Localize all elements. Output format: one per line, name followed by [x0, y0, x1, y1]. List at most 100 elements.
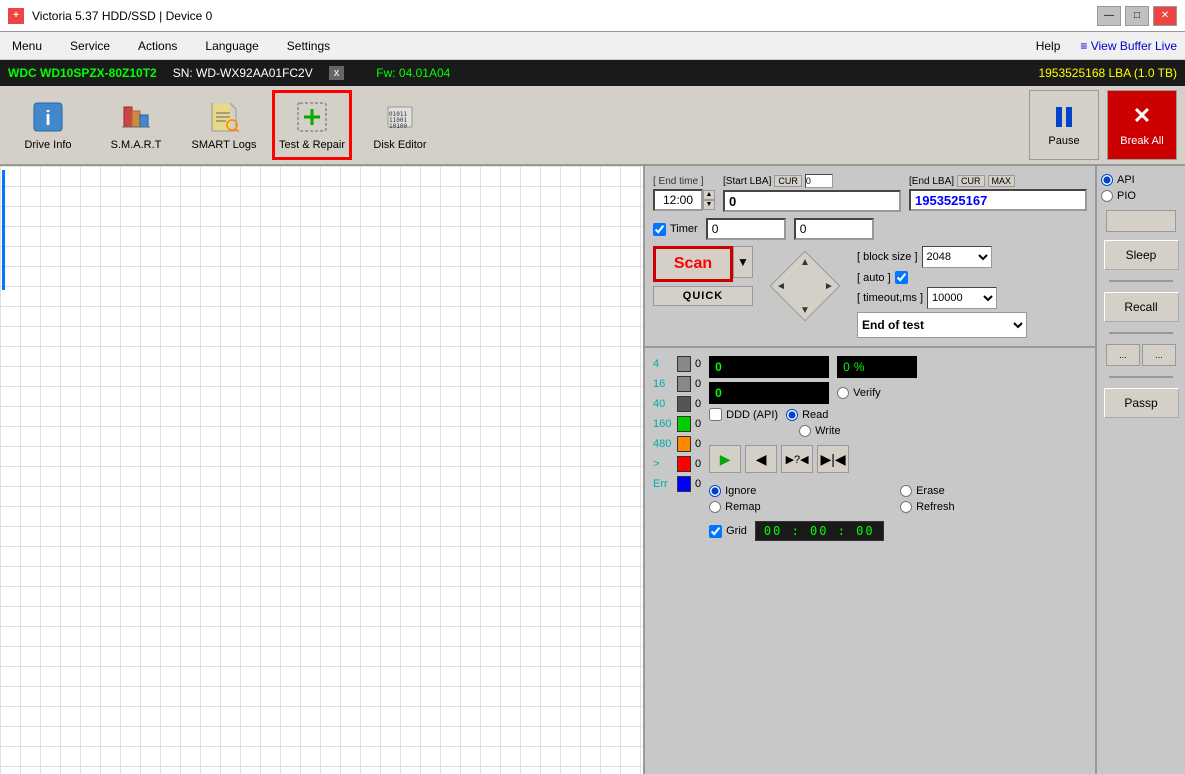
read-option[interactable]: Read	[786, 409, 828, 421]
verify-option[interactable]: Verify	[837, 387, 881, 399]
timeout-select[interactable]: 10000 5000 15000	[927, 287, 997, 309]
menu-menu[interactable]: Menu	[8, 37, 46, 55]
end-time-group: [ End time ] ▲ ▼	[653, 176, 715, 211]
ignore-radio[interactable]	[709, 485, 721, 497]
max-button[interactable]: MAX	[988, 175, 1016, 187]
end-lba-bracket-label: [End LBA]	[909, 176, 954, 187]
pio-radio[interactable]	[1101, 190, 1113, 202]
menu-settings[interactable]: Settings	[283, 37, 334, 55]
scan-dropdown-button[interactable]: ▼	[733, 246, 753, 278]
cur-value-1[interactable]	[805, 174, 833, 188]
close-button[interactable]: ✕	[1153, 6, 1177, 26]
write-mode-row: Write	[799, 425, 1087, 437]
block-size-select[interactable]: 2048 1024 512	[922, 246, 992, 268]
unknown-small-btn[interactable]	[1106, 210, 1176, 232]
skip-end-button[interactable]: ▶|◀	[817, 445, 849, 473]
half-btn-1[interactable]: ...	[1106, 344, 1140, 366]
nav-up-button[interactable]: ▲	[795, 252, 815, 272]
scan-question-button[interactable]: ▶?◀	[781, 445, 813, 473]
sidebar-separator-2	[1109, 332, 1173, 334]
api-label: API	[1117, 174, 1135, 186]
view-buffer-button[interactable]: ≡ View Buffer Live	[1080, 39, 1177, 53]
timer-label: Timer	[670, 223, 698, 235]
color-stats-panel: 4 0 16 0 40 0	[653, 356, 709, 541]
grid-checkbox[interactable]	[709, 525, 722, 538]
sleep-button[interactable]: Sleep	[1104, 240, 1179, 270]
refresh-option[interactable]: Refresh	[900, 501, 1087, 513]
grid-label: Grid	[726, 525, 747, 537]
read-radio[interactable]	[786, 409, 798, 421]
remap-radio[interactable]	[709, 501, 721, 513]
pause-icon	[1050, 103, 1078, 131]
ddd-checkbox[interactable]	[709, 408, 722, 421]
timer-end-input[interactable]	[794, 218, 874, 240]
scan-grid-background	[0, 166, 643, 774]
timer-start-input[interactable]	[706, 218, 786, 240]
half-btn-2[interactable]: ...	[1142, 344, 1176, 366]
end-time-input[interactable]	[653, 189, 703, 211]
label-err: Err	[653, 478, 673, 490]
ignore-option[interactable]: Ignore	[709, 485, 896, 497]
cur-button-1[interactable]: CUR	[774, 175, 802, 187]
grid-time-display: 00 : 00 : 00	[755, 521, 884, 541]
refresh-radio[interactable]	[900, 501, 912, 513]
cur-button-2[interactable]: CUR	[957, 175, 985, 187]
timer-checkbox-label[interactable]: Timer	[653, 223, 698, 236]
break-all-button[interactable]: ✕ Break All	[1107, 90, 1177, 160]
menu-language[interactable]: Language	[201, 37, 262, 55]
test-repair-button[interactable]: Test & Repair	[272, 90, 352, 160]
disk-editor-button[interactable]: 01011 11001 10100 Disk Editor	[360, 90, 440, 160]
device-close-button[interactable]: x	[329, 66, 345, 80]
percent-val: 0	[843, 360, 850, 374]
api-radio[interactable]	[1101, 174, 1113, 186]
pio-option[interactable]: PIO	[1101, 190, 1181, 202]
pause-button[interactable]: Pause	[1029, 90, 1099, 160]
erase-radio[interactable]	[900, 485, 912, 497]
stats-area: 4 0 16 0 40 0	[645, 348, 1095, 549]
timeout-row: [ timeout,ms ] 10000 5000 15000	[857, 287, 1027, 309]
nav-right-button[interactable]: ►	[819, 276, 839, 296]
end-lba-input[interactable]	[909, 189, 1087, 211]
timer-checkbox[interactable]	[653, 223, 666, 236]
play-button[interactable]: ▶	[709, 445, 741, 473]
api-option[interactable]: API	[1101, 174, 1181, 186]
nav-down-button[interactable]: ▼	[795, 300, 815, 320]
val-gt: 0	[695, 458, 701, 470]
progress-row-1: 0 0 %	[709, 356, 1087, 378]
end-lba-header: [End LBA] CUR MAX	[909, 175, 1087, 187]
color-gt	[677, 456, 691, 472]
time-down-button[interactable]: ▼	[703, 200, 715, 210]
write-radio[interactable]	[799, 425, 811, 437]
recall-button[interactable]: Recall	[1104, 292, 1179, 322]
passp-button[interactable]: Passp	[1104, 388, 1179, 418]
remap-option[interactable]: Remap	[709, 501, 896, 513]
stat-16ms: 16 0	[653, 376, 701, 392]
erase-option[interactable]: Erase	[900, 485, 1087, 497]
nav-left-button[interactable]: ◄	[771, 276, 791, 296]
menu-actions[interactable]: Actions	[134, 37, 181, 55]
btn-pair: ... ...	[1106, 344, 1176, 366]
menu-service[interactable]: Service	[66, 37, 114, 55]
write-option[interactable]: Write	[799, 425, 840, 437]
refresh-label: Refresh	[916, 501, 955, 513]
right-panel: [ End time ] ▲ ▼ [Start LBA] CUR	[645, 166, 1095, 774]
auto-row: [ auto ]	[857, 271, 1027, 284]
read-label: Read	[802, 409, 828, 421]
time-up-button[interactable]: ▲	[703, 190, 715, 200]
smart-logs-button[interactable]: SMART Logs	[184, 90, 264, 160]
menu-help[interactable]: Help	[1032, 37, 1065, 55]
end-test-select[interactable]: End of test Pause Off	[857, 312, 1027, 338]
smart-button[interactable]: S.M.A.R.T	[96, 90, 176, 160]
start-lba-input[interactable]	[723, 190, 901, 212]
drive-info-button[interactable]: i Drive Info	[8, 90, 88, 160]
minimize-button[interactable]: —	[1097, 6, 1121, 26]
verify-radio[interactable]	[837, 387, 849, 399]
auto-checkbox[interactable]	[895, 271, 908, 284]
scan-button[interactable]: Scan	[653, 246, 733, 282]
label-480ms: 480	[653, 438, 673, 450]
grid-checkbox-label[interactable]: Grid	[709, 525, 747, 538]
quick-button[interactable]: QUICK	[653, 286, 753, 306]
maximize-button[interactable]: □	[1125, 6, 1149, 26]
ddd-checkbox-label[interactable]: DDD (API)	[709, 408, 778, 421]
stop-button[interactable]: ◀	[745, 445, 777, 473]
